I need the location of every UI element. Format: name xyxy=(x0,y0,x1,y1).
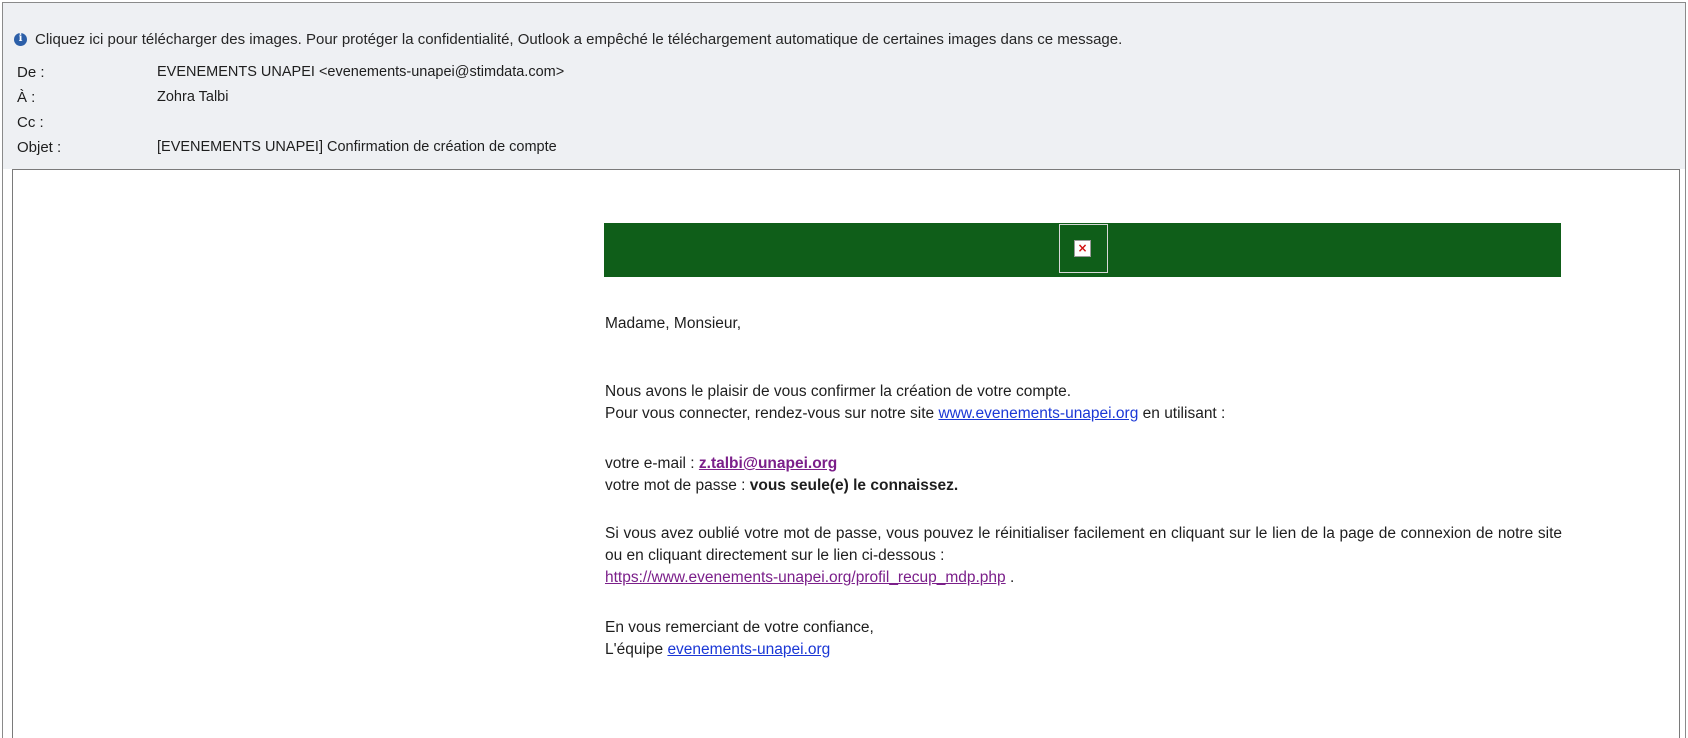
from-row: De : EVENEMENTS UNAPEI <evenements-unape… xyxy=(17,61,564,83)
reset-password-link[interactable]: https://www.evenements-unapei.org/profil… xyxy=(605,569,1006,586)
broken-image-icon: × xyxy=(1074,240,1091,257)
signature-line: L'équipe evenements-unapei.org xyxy=(605,639,830,661)
connect-prefix: Pour vous connecter, rendez-vous sur not… xyxy=(605,405,935,422)
blocked-image-placeholder[interactable]: × xyxy=(1059,224,1108,273)
connect-suffix: en utilisant : xyxy=(1142,405,1226,422)
forgot-paragraph: Si vous avez oublié votre mot de passe, … xyxy=(605,525,1562,564)
thanks-line: En vous remerciant de votre confiance, xyxy=(605,619,874,636)
password-line: votre mot de passe : vous seule(e) le co… xyxy=(605,475,958,497)
blocked-images-infobar[interactable]: i Cliquez ici pour télécharger des image… xyxy=(14,28,1122,50)
password-label: votre mot de passe : xyxy=(605,477,746,494)
to-row: À : Zohra Talbi xyxy=(17,86,228,108)
subject-row: Objet : [EVENEMENTS UNAPEI] Confirmation… xyxy=(17,136,557,158)
reset-suffix: . xyxy=(1009,569,1015,586)
infobar-text[interactable]: Cliquez ici pour télécharger des images.… xyxy=(35,31,1122,48)
reset-line: https://www.evenements-unapei.org/profil… xyxy=(605,567,1014,589)
greeting: Madame, Monsieur, xyxy=(605,315,742,332)
team-link[interactable]: evenements-unapei.org xyxy=(667,641,830,658)
from-value[interactable]: EVENEMENTS UNAPEI <evenements-unapei@sti… xyxy=(157,64,564,80)
cc-row: Cc : xyxy=(17,111,157,133)
to-label: À : xyxy=(17,88,36,106)
subject-label: Objet : xyxy=(17,138,62,156)
cc-label: Cc : xyxy=(17,113,44,131)
message-body: × Madame, Monsieur, Nous avons le plaisi… xyxy=(12,169,1680,738)
email-line: votre e-mail : z.talbi@unapei.org xyxy=(605,453,837,475)
email-link[interactable]: z.talbi@unapei.org xyxy=(699,455,837,472)
subject-value: [EVENEMENTS UNAPEI] Confirmation de créa… xyxy=(157,139,557,155)
site-link[interactable]: www.evenements-unapei.org xyxy=(938,405,1138,422)
info-icon: i xyxy=(14,32,27,46)
team-prefix: L'équipe xyxy=(605,641,664,658)
from-label: De : xyxy=(17,63,45,81)
password-value: vous seule(e) le connaissez. xyxy=(749,477,959,494)
email-label: votre e-mail : xyxy=(605,455,695,472)
confirmation-line: Nous avons le plaisir de vous confirmer … xyxy=(605,383,1072,400)
connect-line: Pour vous connecter, rendez-vous sur not… xyxy=(605,403,1225,425)
message-header: i Cliquez ici pour télécharger des image… xyxy=(3,3,1685,169)
email-banner: × xyxy=(604,223,1561,277)
to-value[interactable]: Zohra Talbi xyxy=(157,89,228,105)
